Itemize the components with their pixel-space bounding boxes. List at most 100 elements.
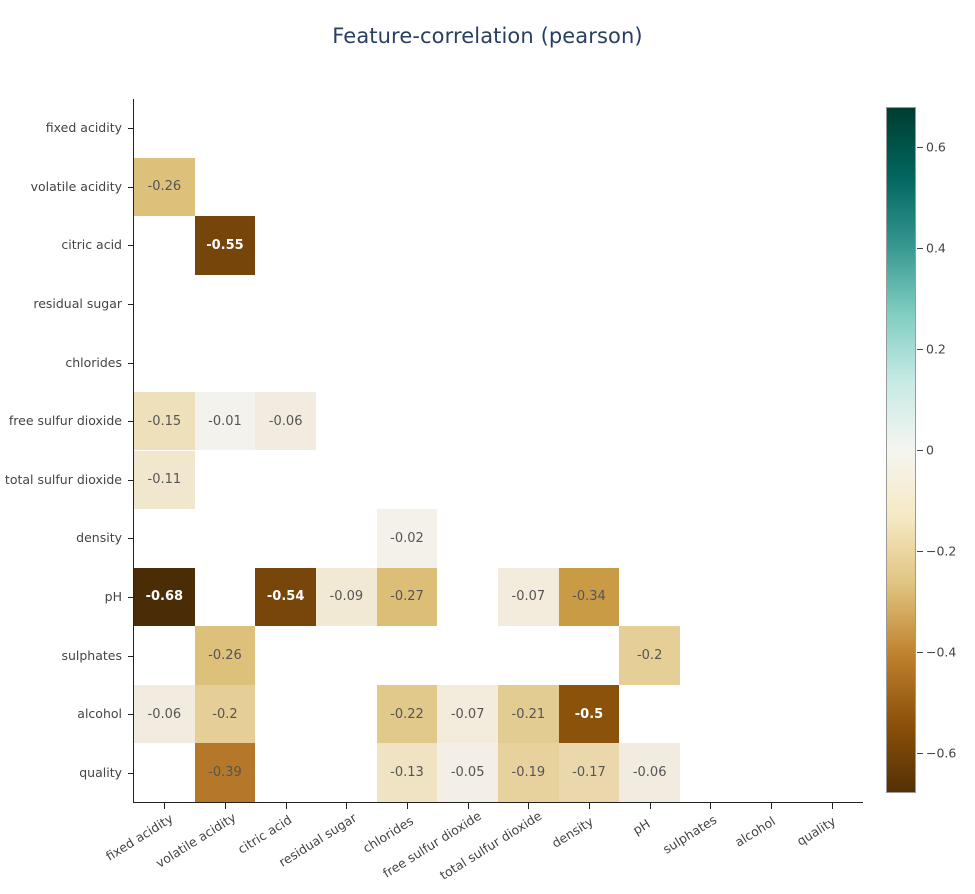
heatmap-cell-value: -0.55 <box>206 237 244 253</box>
heatmap-cell[interactable]: -0.02 <box>376 509 438 568</box>
heatmap-cell-value: -0.5 <box>574 706 604 722</box>
x-tick-mark <box>771 803 772 809</box>
heatmap-cell[interactable]: -0.06 <box>134 684 195 744</box>
heatmap-cell[interactable]: -0.21 <box>498 684 559 744</box>
x-tick-label: alcohol <box>732 813 778 851</box>
y-tick-label: residual sugar <box>33 296 122 312</box>
heatmap-cell-value: -0.06 <box>268 413 303 429</box>
y-tick-label: volatile acidity <box>30 178 122 194</box>
x-tick-mark <box>164 803 165 809</box>
y-tick-label: pH <box>104 588 122 604</box>
heatmap-cell[interactable]: -0.07 <box>498 567 559 627</box>
y-tick-label: sulphates <box>61 647 122 663</box>
heatmap-cell-value: -0.07 <box>450 706 485 722</box>
heatmap-cell[interactable]: -0.68 <box>134 567 195 627</box>
heatmap-cell[interactable]: -0.26 <box>194 626 256 685</box>
y-tick-mark <box>128 714 134 715</box>
heatmap-cell[interactable]: -0.01 <box>194 391 256 451</box>
heatmap-cell[interactable]: -0.5 <box>558 684 620 744</box>
y-tick-mark <box>128 480 134 481</box>
heatmap-cell-value: -0.06 <box>632 765 667 781</box>
y-tick-mark <box>128 773 134 774</box>
heatmap-cell-value: -0.34 <box>572 589 606 605</box>
x-tick-mark <box>407 803 408 809</box>
y-tick-label: citric acid <box>61 237 122 253</box>
heatmap-cell-value: -0.39 <box>208 765 242 781</box>
y-tick-mark <box>128 245 134 246</box>
heatmap-cell-value: -0.17 <box>572 765 606 781</box>
x-tick-label: sulphates <box>660 812 720 858</box>
colorbar-tick-mark <box>917 248 923 249</box>
heatmap-cell[interactable]: -0.2 <box>619 626 680 685</box>
colorbar-tick-label: −0.4 <box>926 644 957 660</box>
heatmap-cell[interactable]: -0.06 <box>255 391 316 451</box>
y-tick-mark <box>128 187 134 188</box>
heatmap-cell-value: -0.22 <box>390 706 424 722</box>
heatmap-cell-value: -0.2 <box>212 706 238 722</box>
heatmap-cell[interactable]: -0.07 <box>437 684 498 744</box>
heatmap-cell-value: -0.11 <box>147 472 182 488</box>
x-tick-label: free sulfur dioxide <box>379 808 484 881</box>
y-tick-label: quality <box>79 764 122 780</box>
heatmap-cell[interactable]: -0.39 <box>194 743 256 802</box>
heatmap-cell-value: -0.27 <box>390 589 424 605</box>
heatmap-plot-area: -0.26 -0.55 -0.15 -0.01 -0.06 -0.11 -0.02 -0.68… <box>134 99 862 802</box>
heatmap-cell[interactable]: -0.17 <box>558 743 620 802</box>
y-tick-label: alcohol <box>77 706 122 722</box>
heatmap-cell-value: -0.26 <box>147 179 182 195</box>
heatmap-cell[interactable]: -0.09 <box>316 567 377 627</box>
y-tick-mark <box>128 363 134 364</box>
heatmap-cell[interactable]: -0.13 <box>376 743 438 802</box>
heatmap-cell-value: -0.09 <box>329 589 364 605</box>
x-tick-mark <box>528 803 529 809</box>
colorbar-tick-label: −0.2 <box>926 543 957 559</box>
heatmap-cell[interactable]: -0.55 <box>194 216 256 275</box>
y-tick-mark <box>128 421 134 422</box>
x-tick-mark <box>832 803 833 809</box>
heatmap-cell[interactable]: -0.54 <box>255 567 316 627</box>
heatmap-cell-value: -0.07 <box>511 589 546 605</box>
x-tick-mark <box>468 803 469 809</box>
colorbar-tick-label: 0 <box>926 442 934 458</box>
colorbar-tick-mark <box>917 349 923 350</box>
y-tick-mark <box>128 597 134 598</box>
colorbar-tick-mark <box>917 652 923 653</box>
heatmap-cell[interactable]: -0.11 <box>134 450 195 510</box>
heatmap-cell-value: -0.05 <box>450 765 485 781</box>
heatmap-cell[interactable]: -0.26 <box>134 157 195 217</box>
y-tick-label: chlorides <box>65 354 122 370</box>
heatmap-cell-value: -0.19 <box>511 765 546 781</box>
x-tick-label: pH <box>630 815 654 838</box>
colorbar-tick-mark <box>917 753 923 754</box>
x-tick-mark <box>286 803 287 809</box>
heatmap-cell-value: -0.68 <box>145 589 184 605</box>
y-tick-mark <box>128 128 134 129</box>
heatmap-cell[interactable]: -0.19 <box>498 743 559 802</box>
heatmap-cell[interactable]: -0.05 <box>437 743 498 802</box>
x-tick-mark <box>225 803 226 809</box>
heatmap-cell-value: -0.06 <box>147 706 182 722</box>
x-tick-mark <box>710 803 711 809</box>
x-tick-label: density <box>549 813 597 851</box>
heatmap-cell-value: -0.2 <box>636 648 663 664</box>
heatmap-cell[interactable]: -0.06 <box>619 743 680 802</box>
heatmap-cell[interactable]: -0.2 <box>194 684 256 744</box>
y-tick-label: free sulfur dioxide <box>8 413 122 429</box>
heatmap-cell-value: -0.01 <box>208 413 242 429</box>
x-tick-mark <box>589 803 590 809</box>
heatmap-cell[interactable]: -0.15 <box>134 391 195 451</box>
heatmap-cell[interactable]: -0.27 <box>376 567 438 627</box>
y-tick-label: total sulfur dioxide <box>4 471 122 487</box>
heatmap-cell-value: -0.15 <box>147 413 182 429</box>
y-tick-mark <box>128 538 134 539</box>
heatmap-cell[interactable]: -0.22 <box>376 684 438 744</box>
y-tick-label: fixed acidity <box>45 120 122 136</box>
y-axis-line <box>133 99 134 803</box>
x-tick-label: total sulfur dioxide <box>437 807 545 883</box>
heatmap-cell-value: -0.21 <box>511 706 546 722</box>
heatmap-cell[interactable]: -0.34 <box>558 567 620 627</box>
heatmap-figure: Feature-correlation (pearson) -0.26 -0.55… <box>0 0 975 894</box>
y-tick-mark <box>128 304 134 305</box>
colorbar-tick-mark <box>917 147 923 148</box>
heatmap-cell-value: -0.54 <box>266 589 305 605</box>
